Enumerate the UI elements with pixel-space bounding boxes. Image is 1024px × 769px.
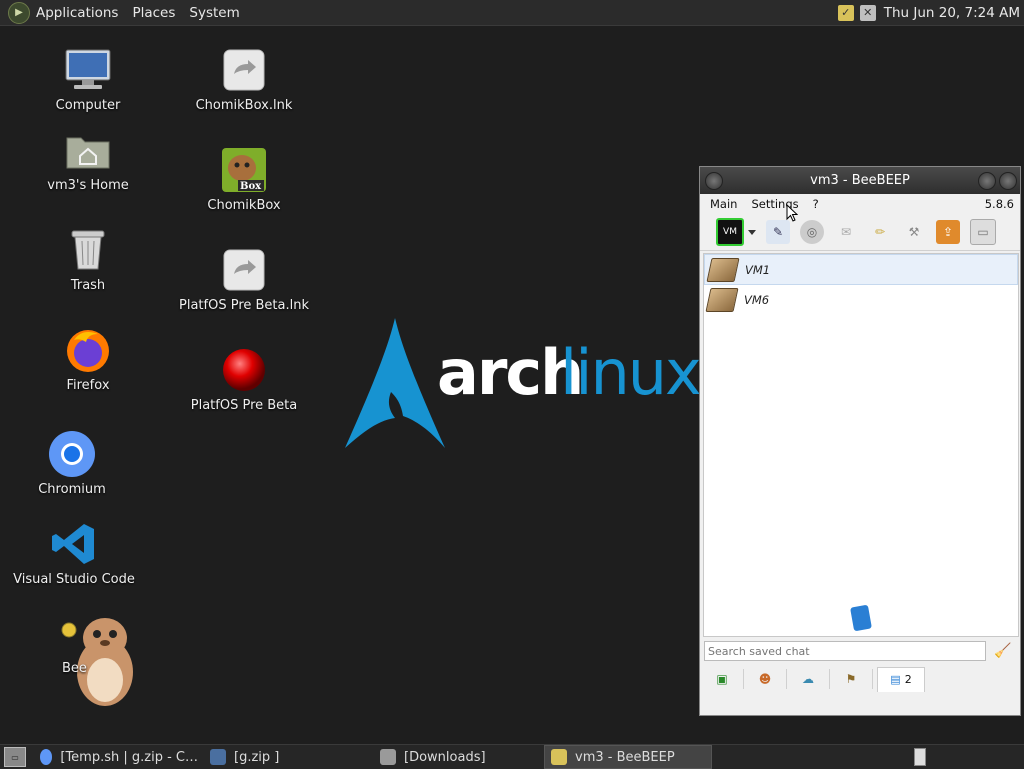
vscode-icon <box>50 520 98 568</box>
beebeep-window: vm3 - BeeBEEP Main Settings ? 5.8.6 VM ✎… <box>699 166 1021 716</box>
main-menu-logo-icon[interactable]: ▶ <box>8 1 30 24</box>
menu-help[interactable]: ? <box>813 197 819 211</box>
tools-icon[interactable]: ⚒ <box>902 220 926 244</box>
task-beebeep[interactable]: vm3 - BeeBEEP <box>544 745 712 769</box>
firefox-icon <box>64 326 112 374</box>
taskbar: ▭ [Temp.sh | g.zip - C… [g.zip ] [Downlo… <box>0 744 1024 769</box>
edit-profile-icon[interactable]: ✎ <box>766 220 790 244</box>
menu-main[interactable]: Main <box>710 197 737 211</box>
desktop-icon-chomikbox[interactable]: Box ChomikBox <box>174 146 314 213</box>
tab-users-icon[interactable]: ▣ <box>701 669 744 689</box>
window-menu-icon[interactable] <box>705 172 723 190</box>
top-panel: ▶ Applications Places System ✓ ✕ Thu Jun… <box>0 0 1024 26</box>
user-card-icon <box>705 287 739 312</box>
menu-places[interactable]: Places <box>132 5 175 21</box>
task-temp-sh[interactable]: [Temp.sh | g.zip - C… <box>34 746 204 768</box>
desktop-icon-chomikbox-lnk[interactable]: ChomikBox.lnk <box>174 46 314 113</box>
vm-status-button[interactable]: VM <box>716 218 744 246</box>
user-item[interactable]: VM1 <box>704 254 1018 285</box>
minimize-icon[interactable] <box>978 172 996 190</box>
network-tray-icon[interactable]: ✕ <box>859 4 876 21</box>
trash-icon[interactable]: ▭ <box>970 219 996 245</box>
computer-icon <box>64 46 112 94</box>
linux-word: linux <box>560 336 702 409</box>
desktop-icon-chromium[interactable]: Chromium <box>2 430 142 497</box>
shortcut-icon <box>220 246 268 294</box>
mouse-cursor-icon <box>786 204 798 222</box>
search-saved-chat-input[interactable] <box>704 641 986 661</box>
arch-triangle-icon <box>345 318 445 448</box>
clock[interactable]: Thu Jun 20, 7:24 AM <box>884 5 1020 21</box>
clear-search-icon[interactable]: 🧹 <box>994 643 1011 659</box>
user-card-icon <box>706 257 740 282</box>
tab-chats-icon[interactable]: ☁ <box>787 669 830 689</box>
beebeep-icon <box>551 749 567 765</box>
user-list: VM1 VM6 <box>703 253 1019 637</box>
maximize-icon[interactable] <box>999 172 1017 190</box>
desktop-icon-home[interactable]: vm3's Home <box>18 126 158 193</box>
desktop-icon-platfos-lnk[interactable]: PlatfOS Pre Beta.lnk <box>174 246 314 313</box>
desktop-icon-beebeep[interactable]: Bee <box>40 610 150 710</box>
task-g-zip[interactable]: [g.zip ] <box>204 746 374 768</box>
window-titlebar[interactable]: vm3 - BeeBEEP <box>700 167 1020 194</box>
desktop-icon-platfos[interactable]: PlatfOS Pre Beta <box>174 346 314 413</box>
arch-linux-logo: arch linux <box>345 318 702 458</box>
menu-system[interactable]: System <box>189 5 239 21</box>
show-desktop-icon[interactable]: ▭ <box>4 747 26 767</box>
desktop-icon-vscode[interactable]: Visual Studio Code <box>4 520 144 587</box>
desktop-icon-computer[interactable]: Computer <box>18 46 158 113</box>
broadcast-icon[interactable]: ◎ <box>800 220 824 244</box>
trash-icon <box>64 226 112 274</box>
beebeep-tray-icon[interactable]: ✓ <box>837 4 854 21</box>
menubar: Main Settings ? 5.8.6 <box>700 194 1020 214</box>
menu-applications[interactable]: Applications <box>36 5 118 21</box>
version-label: 5.8.6 <box>984 197 1014 211</box>
red-ball-icon <box>220 346 268 394</box>
home-folder-icon <box>64 126 112 174</box>
tab-shares-icon[interactable]: ⚑ <box>830 669 873 689</box>
user-item[interactable]: VM6 <box>704 285 1018 314</box>
search-row: 🧹 <box>704 640 1018 662</box>
chromium-icon <box>40 749 53 765</box>
chromium-icon <box>48 430 96 478</box>
window-title: vm3 - BeeBEEP <box>810 173 910 188</box>
folder-icon <box>380 749 396 765</box>
system-tray: ✓ ✕ Thu Jun 20, 7:24 AM <box>837 0 1020 25</box>
write-icon[interactable]: ✏ <box>868 220 892 244</box>
tab-groups-icon[interactable]: ☻ <box>744 669 787 689</box>
bottom-tabs: ▣ ☻ ☁ ⚑ ▤ 2 <box>701 666 1019 692</box>
desktop-icon-trash[interactable]: Trash <box>18 226 158 293</box>
share-icon[interactable]: ⇪ <box>936 220 960 244</box>
beebeep-icon <box>55 610 135 710</box>
tab-saved-chats[interactable]: ▤ 2 <box>877 666 925 692</box>
workspace-switcher[interactable] <box>914 748 926 766</box>
desktop-icon-firefox[interactable]: Firefox <box>18 326 158 393</box>
shortcut-icon <box>220 46 268 94</box>
chevron-down-icon[interactable] <box>748 229 756 235</box>
message-icon[interactable]: ✉ <box>834 220 858 244</box>
toolbar: VM ✎ ◎ ✉ ✏ ⚒ ⇪ ▭ <box>700 214 1020 251</box>
chat-scroll-icon <box>850 604 872 632</box>
task-downloads[interactable]: [Downloads] <box>374 746 544 768</box>
archive-icon <box>210 749 226 765</box>
chomikbox-icon: Box <box>220 146 268 194</box>
scroll-icon: ▤ <box>890 673 901 686</box>
svg-text:Box: Box <box>240 181 262 192</box>
